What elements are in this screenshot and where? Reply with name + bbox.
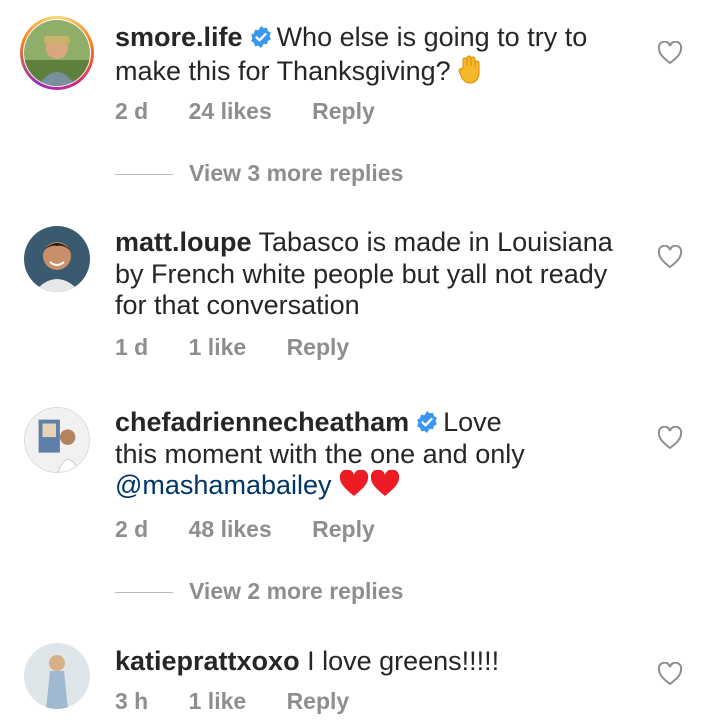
comment-body-line2: this moment with the one and only — [115, 438, 525, 469]
comment-meta: 2 d 24 likes Reply — [115, 98, 375, 125]
comment-text: smore.life Who else is going to try to ma… — [115, 22, 635, 91]
reply-button[interactable]: Reply — [312, 516, 375, 543]
comment-meta: 3 h 1 like Reply — [115, 688, 349, 715]
two-red-hearts-emoji-icon — [339, 469, 401, 506]
reply-button[interactable]: Reply — [287, 334, 350, 361]
comment-username[interactable]: chefadriennecheatham — [115, 407, 409, 437]
comment-time: 2 d — [115, 516, 149, 542]
comment-likes[interactable]: 48 likes — [189, 516, 272, 543]
comment-likes[interactable]: 1 like — [189, 688, 247, 715]
comment-meta: 1 d 1 like Reply — [115, 334, 349, 361]
comment-text: chefadriennecheatham Love this moment wit… — [115, 407, 635, 506]
avatar[interactable] — [24, 407, 90, 473]
like-heart-icon[interactable] — [657, 41, 683, 65]
like-heart-icon[interactable] — [657, 426, 683, 450]
verified-badge-icon — [417, 411, 438, 433]
verified-badge-icon — [250, 26, 271, 48]
comment-time: 2 d — [115, 98, 149, 124]
view-more-replies-label: View 2 more replies — [189, 578, 404, 604]
comment-body: I love greens!!!!! — [307, 646, 500, 676]
comment-time: 3 h — [115, 688, 149, 714]
avatar[interactable] — [24, 226, 90, 292]
like-heart-icon[interactable] — [657, 662, 683, 686]
reply-button[interactable]: Reply — [287, 688, 350, 715]
avatar[interactable] — [24, 643, 90, 709]
avatar[interactable] — [24, 20, 90, 86]
comment-username[interactable]: katieprattxoxo — [115, 646, 300, 676]
reply-button[interactable]: Reply — [312, 98, 375, 125]
raised-hand-emoji-icon — [458, 54, 482, 92]
mention-link[interactable]: @mashamabailey — [115, 470, 332, 500]
comment-likes[interactable]: 1 like — [189, 334, 247, 361]
view-more-replies-label: View 3 more replies — [189, 160, 404, 186]
comment-text: matt.loupe Tabasco is made in Louisiana … — [115, 227, 635, 322]
comment-meta: 2 d 48 likes Reply — [115, 516, 375, 543]
comment-username[interactable]: smore.life — [115, 22, 243, 52]
comment-body-line1: Love — [443, 407, 502, 437]
comment-text: katieprattxoxo I love greens!!!!! — [115, 646, 635, 678]
comment-time: 1 d — [115, 334, 149, 360]
like-heart-icon[interactable] — [657, 245, 683, 269]
comment-likes[interactable]: 24 likes — [189, 98, 272, 125]
comment-username[interactable]: matt.loupe — [115, 227, 252, 257]
